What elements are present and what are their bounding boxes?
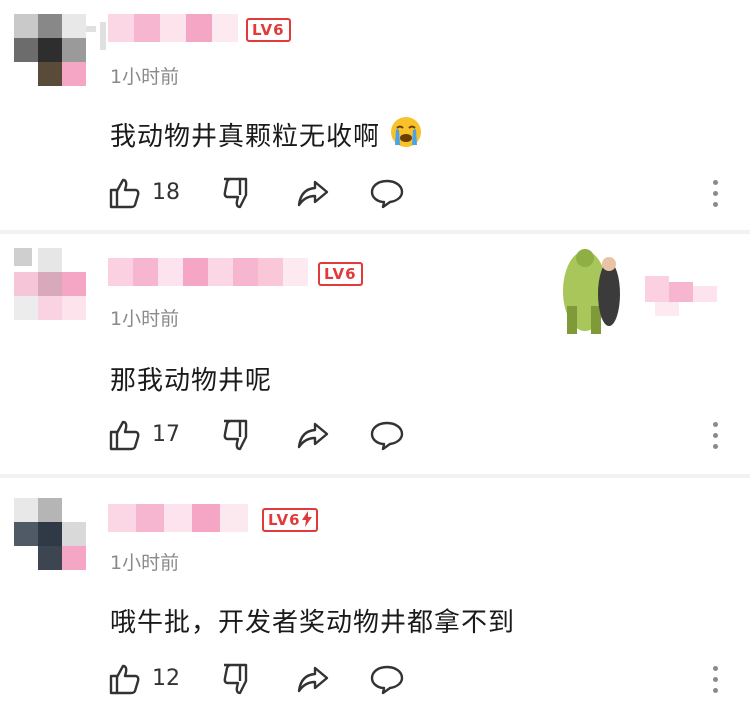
- comment-actions: 17: [108, 418, 408, 452]
- lightning-icon: [301, 511, 312, 532]
- comment-actions: 18: [108, 176, 408, 210]
- avatar[interactable]: [14, 14, 86, 86]
- comment-time: 1小时前: [110, 552, 180, 574]
- thumbs-up-icon[interactable]: [108, 176, 142, 210]
- thumbs-up-icon[interactable]: [108, 662, 142, 696]
- comment-time: 1小时前: [110, 308, 180, 330]
- comment-item: LV6 1小时前 那我动物井呢 17: [0, 234, 750, 474]
- share-icon[interactable]: [296, 176, 330, 210]
- comment-item: LV6 1小时前 哦牛批，开发者奖动物井都拿不到 12: [0, 478, 750, 718]
- avatar[interactable]: [14, 498, 86, 570]
- username-blurred[interactable]: [108, 14, 238, 42]
- more-vertical-icon[interactable]: [706, 176, 724, 210]
- comment-actions: 12: [108, 662, 408, 696]
- reply-icon[interactable]: [370, 418, 404, 452]
- share-icon[interactable]: [296, 418, 330, 452]
- level-badge-text: LV6: [268, 511, 301, 529]
- comment-text: 哦牛批，开发者奖动物井都拿不到: [110, 608, 516, 638]
- thumbs-down-icon[interactable]: [220, 662, 254, 696]
- like-count: 18: [152, 180, 180, 205]
- decorative-character-image: [555, 246, 735, 336]
- username-blurred[interactable]: [108, 504, 248, 532]
- comment-item: LV6 1小时前 我动物井真颗粒无收啊 18: [0, 0, 750, 240]
- thumbs-down-icon[interactable]: [220, 418, 254, 452]
- username-blurred[interactable]: [108, 258, 308, 286]
- loudly-crying-face-icon: [389, 115, 423, 156]
- avatar[interactable]: [14, 248, 86, 320]
- comment-text-content: 我动物井真颗粒无收啊: [110, 122, 381, 152]
- level-badge: LV6: [262, 508, 318, 532]
- comment-text: 我动物井真颗粒无收啊: [110, 115, 423, 156]
- more-vertical-icon[interactable]: [706, 418, 724, 452]
- reply-icon[interactable]: [370, 176, 404, 210]
- comment-time: 1小时前: [110, 66, 180, 88]
- more-vertical-icon[interactable]: [706, 662, 724, 696]
- reply-icon[interactable]: [370, 662, 404, 696]
- comment-text: 那我动物井呢: [110, 366, 273, 396]
- level-badge: LV6: [246, 18, 291, 42]
- thumbs-up-icon[interactable]: [108, 418, 142, 452]
- thumbs-down-icon[interactable]: [220, 176, 254, 210]
- like-count: 12: [152, 666, 180, 691]
- like-count: 17: [152, 422, 180, 447]
- level-badge: LV6: [318, 262, 363, 286]
- share-icon[interactable]: [296, 662, 330, 696]
